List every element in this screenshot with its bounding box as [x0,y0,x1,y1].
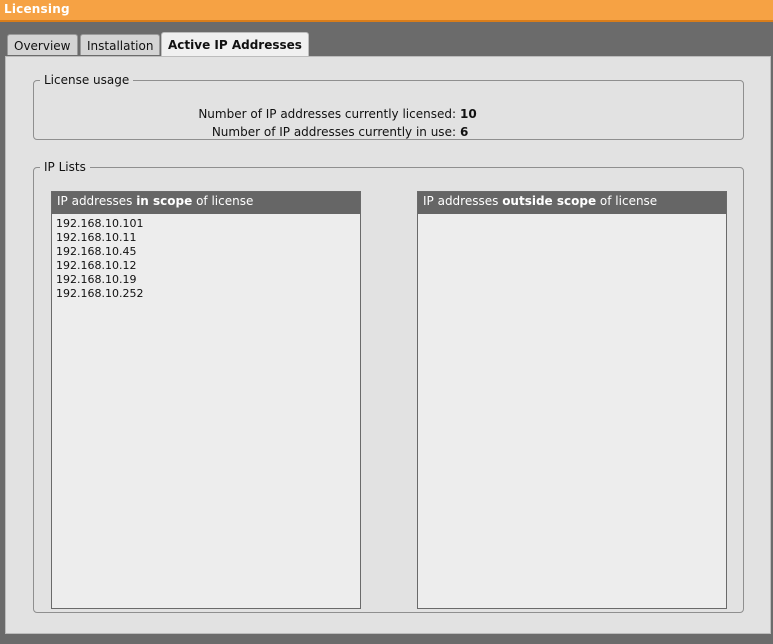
tab-active-ip-addresses[interactable]: Active IP Addresses [161,32,309,56]
list-item[interactable]: 192.168.10.45 [56,245,360,259]
in-use-label: Number of IP addresses currently in use: [211,125,456,139]
license-usage-group: License usage Number of IP addresses cur… [33,73,744,140]
outside-scope-header-prefix: IP addresses [423,194,503,208]
outside-scope-header: IP addresses outside scope of license [418,192,726,214]
outside-scope-panel[interactable]: IP addresses outside scope of license [417,191,727,609]
in-scope-header: IP addresses in scope of license [52,192,360,214]
list-item[interactable]: 192.168.10.19 [56,273,360,287]
in-use-row: Number of IP addresses currently in use:… [34,125,745,141]
window-title: Licensing [4,2,70,16]
outside-scope-list [418,214,726,217]
outside-scope-header-suffix: of license [596,194,658,208]
in-scope-header-suffix: of license [192,194,254,208]
in-scope-panel[interactable]: IP addresses in scope of license 192.168… [51,191,361,609]
window-titlebar: Licensing [0,0,773,22]
tab-overview[interactable]: Overview [7,34,78,55]
licensed-row: Number of IP addresses currently license… [34,107,745,123]
ip-lists-group: IP Lists IP addresses in scope of licens… [33,160,744,613]
ip-lists-legend: IP Lists [44,160,86,174]
in-scope-header-emphasis: in scope [136,194,193,208]
bottom-strip [0,634,773,644]
licensed-label: Number of IP addresses currently license… [198,107,456,121]
in-use-value: 6 [460,125,469,139]
list-item[interactable]: 192.168.10.12 [56,259,360,273]
list-item[interactable]: 192.168.10.11 [56,231,360,245]
tab-bar: Overview Installation Active IP Addresse… [0,22,773,56]
tab-installation[interactable]: Installation [80,34,161,55]
in-scope-list: 192.168.10.101 192.168.10.11 192.168.10.… [52,214,360,301]
tab-content: License usage Number of IP addresses cur… [5,56,771,634]
licensed-value: 10 [460,107,477,121]
license-usage-legend: License usage [44,73,130,87]
in-scope-header-prefix: IP addresses [57,194,137,208]
outside-scope-header-emphasis: outside scope [502,194,597,208]
list-item[interactable]: 192.168.10.252 [56,287,360,301]
list-item[interactable]: 192.168.10.101 [56,217,360,231]
